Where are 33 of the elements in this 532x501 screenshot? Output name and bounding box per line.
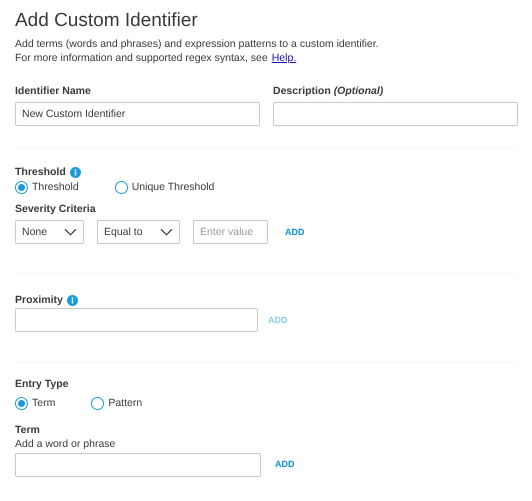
help-link[interactable]: Help.	[272, 50, 296, 65]
info-icon[interactable]	[66, 295, 78, 306]
help-text: For more information and supported regex syntax, see	[15, 50, 268, 65]
section-label: Entry Type	[15, 378, 70, 392]
severity-dropdown[interactable]: None	[15, 220, 84, 244]
chevron-down-icon	[160, 228, 173, 236]
radio-label[interactable]: Term	[32, 396, 56, 410]
radio-label[interactable]: Unique Threshold	[132, 181, 214, 194]
section-label: Threshold	[15, 166, 66, 180]
radio-button[interactable]	[114, 181, 128, 194]
radio-button[interactable]	[15, 181, 28, 194]
hint-text: Add a word or phrase	[15, 436, 116, 451]
add-button[interactable]: ADD	[271, 457, 298, 472]
identifier-name-field[interactable]: New Custom Identifier	[15, 102, 260, 126]
value-field[interactable]: Enter value	[193, 220, 268, 244]
section-label: Proximity	[15, 294, 63, 308]
field-label: Description (Optional)	[273, 84, 384, 98]
radio-button[interactable]	[91, 396, 104, 410]
field-label: Identifier Name	[15, 84, 92, 98]
radio-label[interactable]: Threshold	[32, 181, 79, 194]
section-label: Severity Criteria	[15, 203, 97, 216]
page-title: Add Custom Identifier	[15, 10, 199, 33]
section-label: Term	[15, 424, 41, 437]
description-field[interactable]	[273, 102, 518, 126]
chevron-down-icon	[64, 228, 77, 236]
info-icon[interactable]	[70, 166, 81, 178]
description-text: Add terms (words and phrases) and expression patterns to a custom identifier.	[15, 36, 380, 51]
radio-label[interactable]: Pattern	[108, 396, 142, 410]
radio-button[interactable]	[15, 396, 28, 410]
operator-dropdown[interactable]: Equal to	[97, 220, 180, 244]
proximity-field[interactable]	[15, 308, 258, 332]
add-button[interactable]: ADD	[281, 224, 308, 240]
term-field[interactable]	[15, 452, 261, 477]
